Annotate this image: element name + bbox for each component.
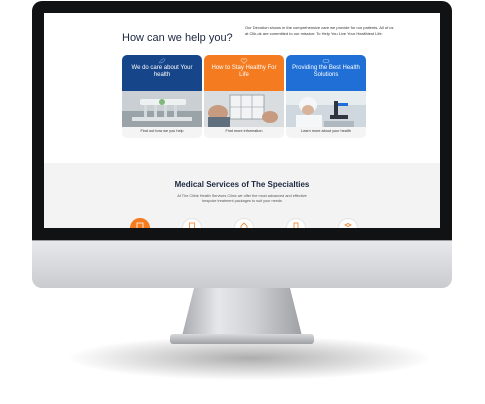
- care-card[interactable]: We do care about Your health Find out ho…: [122, 55, 202, 138]
- card-title: How to Stay Healthy For Life: [211, 65, 277, 78]
- card-link[interactable]: Find out how we you help: [122, 129, 202, 133]
- services-title: Medical Services of The Specialties: [174, 180, 310, 189]
- monitor-chin-edge: [32, 240, 452, 241]
- card-link[interactable]: Learn more about your health: [286, 129, 366, 133]
- clipboard-icon: [189, 222, 195, 228]
- monitor-screen: How can we help you? Our Devotion shows …: [44, 13, 440, 228]
- services-subtitle: At The Cilink Health Services Clinic we …: [177, 194, 307, 204]
- pill-icon: [322, 59, 330, 63]
- house-icon: [240, 222, 248, 228]
- help-intro-text: Our Devotion shows in the comprehensive …: [245, 25, 394, 36]
- folder-icon: [293, 222, 299, 228]
- monitor-stand: [182, 288, 302, 336]
- card-title: We do care about Your health: [131, 65, 193, 78]
- lab-equipment-image: [122, 91, 202, 127]
- healthy-life-card[interactable]: How to Stay Healthy For Life Find more i…: [204, 55, 284, 138]
- monitor-chin: [32, 240, 452, 288]
- hospital-icon: [136, 222, 144, 228]
- microscope-image: [286, 91, 366, 127]
- leaf-icon: [158, 58, 166, 64]
- card-link[interactable]: Find more information: [204, 129, 284, 133]
- book-icon: [344, 223, 352, 227]
- monitor-foot: [170, 334, 314, 344]
- card-title: Providing the Best Health Solutions: [292, 65, 360, 78]
- help-title: How can we help you?: [122, 32, 233, 44]
- health-solutions-card[interactable]: Providing the Best Health Solutions Lear…: [286, 55, 366, 138]
- heart-icon: [240, 58, 248, 64]
- scan-review-image: [204, 91, 284, 127]
